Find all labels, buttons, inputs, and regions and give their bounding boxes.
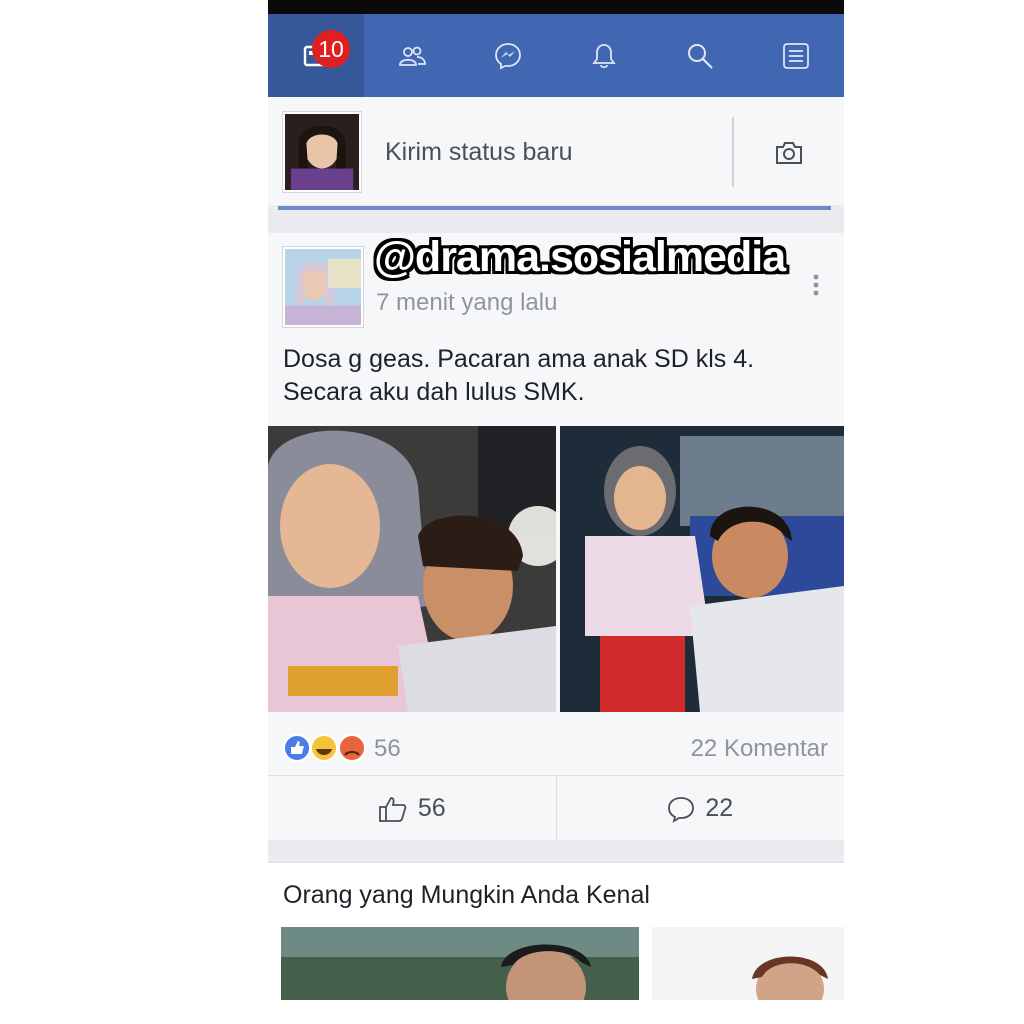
messenger-icon xyxy=(495,42,521,69)
composer-input[interactable]: Kirim status baru xyxy=(385,138,573,167)
nav-notifications[interactable] xyxy=(556,14,652,97)
post-photo-1-image xyxy=(268,426,556,712)
reaction-count[interactable]: 56 xyxy=(374,735,401,763)
comments-number: 22 xyxy=(705,794,734,822)
reaction-icons[interactable] xyxy=(282,733,372,763)
post-author-avatar[interactable] xyxy=(282,246,364,328)
comment-bubble-icon xyxy=(668,796,695,823)
comment-button[interactable]: 22 xyxy=(555,776,845,841)
post-photo-1[interactable] xyxy=(268,426,556,712)
post-body: Dosa g geas. Pacaran ama anak SD kls 4. … xyxy=(283,343,823,409)
pymk-card-1[interactable] xyxy=(281,927,639,1000)
composer-divider xyxy=(732,117,734,187)
status-composer: Kirim status baru xyxy=(268,97,844,205)
like-count: 56 xyxy=(417,794,446,822)
menu-list-icon xyxy=(783,42,809,69)
nav-search[interactable] xyxy=(652,14,748,97)
pymk-card-2[interactable] xyxy=(652,927,844,1000)
pymk-card-1-image xyxy=(281,927,639,1000)
friends-icon xyxy=(399,46,426,66)
post-text-line-2: Secara aku dah lulus SMK. xyxy=(283,378,585,406)
people-you-may-know: Orang yang Mungkin Anda Kenal xyxy=(268,862,844,1000)
notifications-bell-icon xyxy=(592,43,616,68)
thumbs-up-icon xyxy=(378,796,407,822)
post-text-line-1: Dosa g geas. Pacaran ama anak SD kls 4. xyxy=(283,345,755,373)
nav-messenger[interactable] xyxy=(460,14,556,97)
post-action-row: 56 22 xyxy=(268,775,844,841)
top-navigation-bar: 10 xyxy=(268,14,844,97)
composer-underline xyxy=(278,206,831,210)
angry-reaction-icon xyxy=(338,734,366,762)
phone-screen: 10 Kirim status baru @drama.sosialmedia … xyxy=(268,0,844,1000)
more-options-icon[interactable] xyxy=(812,273,820,297)
nav-menu[interactable] xyxy=(748,14,844,97)
pymk-card-2-image xyxy=(652,927,844,1000)
camera-icon[interactable] xyxy=(773,137,805,169)
user-avatar[interactable] xyxy=(282,111,362,193)
status-bar xyxy=(268,0,844,14)
search-icon xyxy=(688,43,713,69)
post-author-avatar-image xyxy=(285,249,361,325)
nav-news-feed[interactable]: 10 xyxy=(268,14,364,97)
notification-badge: 10 xyxy=(312,30,350,68)
comment-count-link[interactable]: 22 Komentar xyxy=(691,735,828,763)
post-photo-2-image xyxy=(560,426,844,712)
post-photo-2[interactable] xyxy=(560,426,844,712)
pymk-title: Orang yang Mungkin Anda Kenal xyxy=(283,881,650,909)
haha-reaction-icon xyxy=(310,734,338,762)
feed-post: @drama.sosialmedia 7 menit yang lalu Dos… xyxy=(268,233,844,841)
nav-friends[interactable] xyxy=(364,14,460,97)
like-button[interactable]: 56 xyxy=(268,776,556,841)
post-timestamp[interactable]: 7 menit yang lalu xyxy=(376,289,557,317)
user-avatar-image xyxy=(285,114,359,190)
watermark-text: @drama.sosialmedia xyxy=(374,233,786,281)
